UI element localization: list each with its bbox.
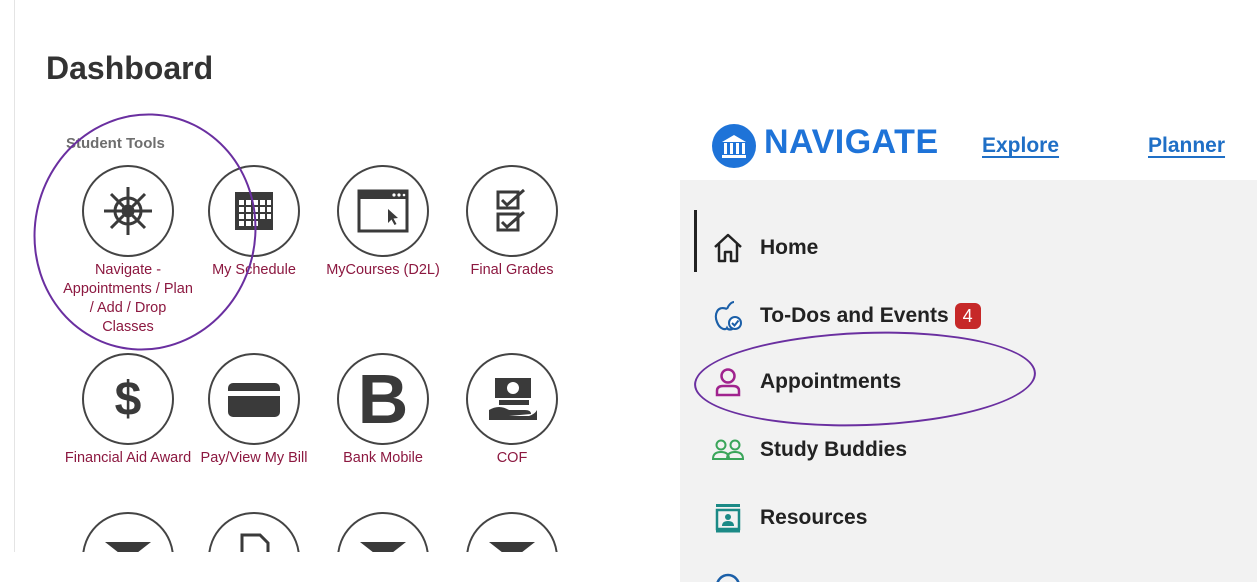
tool-label: COF xyxy=(496,450,528,466)
contact-card-icon xyxy=(710,500,746,536)
nav-item-study-buddies[interactable]: Study Buddies xyxy=(710,430,907,470)
tool-partial[interactable] xyxy=(318,512,448,552)
tool-label: MyCourses (D2L) xyxy=(326,262,440,278)
survey-icon xyxy=(710,568,746,582)
tool-partial[interactable] xyxy=(447,512,577,552)
envelope-icon xyxy=(82,512,174,552)
panel-border xyxy=(14,0,15,552)
nav-label: Resources xyxy=(760,506,868,529)
tool-label: Financial Aid Award xyxy=(64,450,192,466)
tool-navigate[interactable]: Navigate - Appointments / Plan / Add / D… xyxy=(63,165,193,337)
tool-my-schedule[interactable]: My Schedule xyxy=(189,165,319,280)
explore-link[interactable]: Explore xyxy=(982,134,1059,158)
active-indicator xyxy=(694,210,697,272)
side-nav: Home To-Dos and Events 4 Appointments St… xyxy=(680,180,1257,582)
calendar-grid-icon xyxy=(208,165,300,257)
dollar-icon: $ xyxy=(82,353,174,445)
apple-check-icon xyxy=(710,298,746,334)
university-icon xyxy=(712,124,756,168)
tool-financial-aid[interactable]: $ Financial Aid Award xyxy=(63,353,193,468)
tool-pay-bill[interactable]: Pay/View My Bill xyxy=(189,353,319,468)
nav-label: Study Buddies xyxy=(760,438,908,461)
bank-mobile-b-icon: B xyxy=(337,353,429,445)
tool-partial[interactable] xyxy=(189,512,319,552)
tool-partial[interactable] xyxy=(63,512,193,552)
navigate-header: NAVIGATE Explore Planner xyxy=(680,120,1257,180)
nav-label: Home xyxy=(760,236,819,259)
credit-card-icon xyxy=(208,353,300,445)
document-icon xyxy=(208,512,300,552)
ship-wheel-icon xyxy=(82,165,174,257)
dashboard-panel: Dashboard Student Tools Navigate - Appoi… xyxy=(0,0,580,552)
section-heading: Student Tools xyxy=(66,135,165,152)
money-hand-icon xyxy=(466,353,558,445)
tool-final-grades[interactable]: Final Grades xyxy=(447,165,577,280)
tool-mycourses[interactable]: MyCourses (D2L) xyxy=(318,165,448,280)
home-icon xyxy=(710,230,746,266)
nav-label: Appointments xyxy=(760,370,902,393)
envelope-icon xyxy=(337,512,429,552)
tool-label: Navigate - Appointments / Plan / Add / D… xyxy=(63,262,193,335)
tool-label: Final Grades xyxy=(470,262,554,278)
tool-label: Pay/View My Bill xyxy=(200,450,308,466)
tool-label: Bank Mobile xyxy=(343,450,423,466)
tool-cof[interactable]: COF xyxy=(447,353,577,468)
nav-item-home[interactable]: Home xyxy=(710,228,818,268)
navigate-panel: NAVIGATE Explore Planner Home To-Dos and… xyxy=(680,0,1257,582)
person-icon xyxy=(710,364,746,400)
nav-item-partial[interactable] xyxy=(710,566,746,582)
navigate-logo: NAVIGATE xyxy=(764,123,939,161)
nav-item-appointments[interactable]: Appointments xyxy=(710,362,901,402)
nav-item-todos[interactable]: To-Dos and Events 4 xyxy=(710,296,981,336)
planner-link[interactable]: Planner xyxy=(1148,134,1225,158)
page-title: Dashboard xyxy=(46,50,214,86)
nav-item-resources[interactable]: Resources xyxy=(710,498,867,538)
browser-cursor-icon xyxy=(337,165,429,257)
notification-badge: 4 xyxy=(954,303,981,329)
envelope-icon xyxy=(466,512,558,552)
tool-label: My Schedule xyxy=(212,262,296,278)
tool-bank-mobile[interactable]: B Bank Mobile xyxy=(318,353,448,468)
people-icon xyxy=(710,432,746,468)
checklist-icon xyxy=(466,165,558,257)
nav-label: To-Dos and Events xyxy=(760,304,949,327)
